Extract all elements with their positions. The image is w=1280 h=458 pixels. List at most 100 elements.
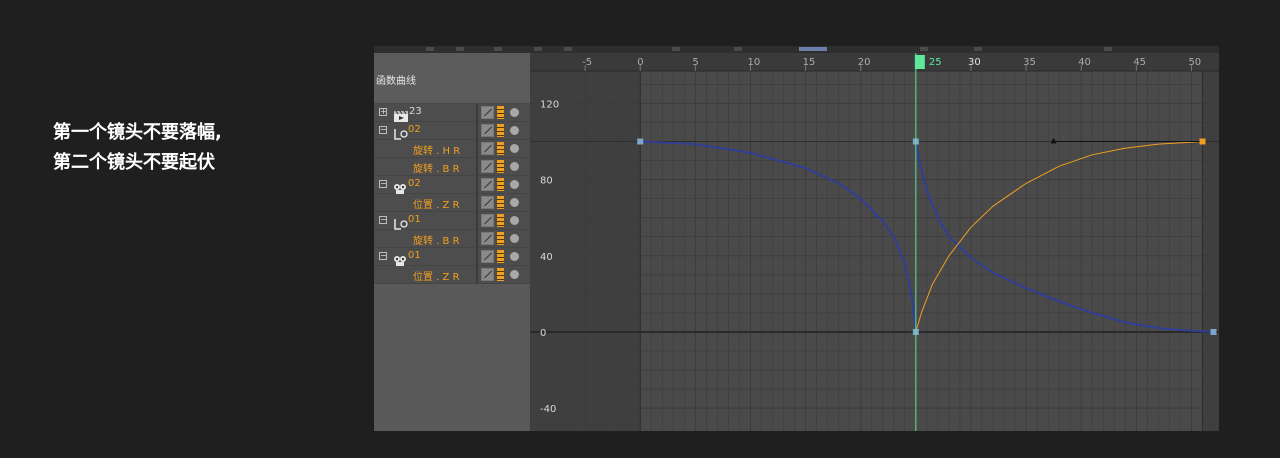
solo-toggle-icon[interactable] <box>510 162 519 171</box>
track-object-row[interactable]: − 02 <box>374 176 530 194</box>
track-object-row[interactable]: − 02 <box>374 122 530 140</box>
solo-toggle-icon[interactable] <box>510 108 519 117</box>
value-tick-label: 120 <box>540 99 559 110</box>
curve-mode-icon[interactable] <box>481 160 494 173</box>
curve-mode-icon[interactable] <box>481 106 494 119</box>
track-list-panel: 函数曲线 +23 − 02 旋转 . H R 旋转 . B R − 02 位置 . Z R − 0… <box>374 53 530 431</box>
keyframe-point[interactable] <box>1210 328 1217 335</box>
keyframe-layer-icon[interactable] <box>497 196 504 209</box>
keyframe-point[interactable] <box>637 138 644 145</box>
curve-mode-icon[interactable] <box>481 124 494 137</box>
column-divider <box>476 194 478 211</box>
ruler-tick-label: 5 <box>692 57 698 68</box>
curve-mode-icon[interactable] <box>481 214 494 227</box>
playhead-handle[interactable] <box>914 55 925 69</box>
ruler-tick-label: 35 <box>1023 57 1036 68</box>
keyframe-layer-icon[interactable] <box>497 178 504 191</box>
camera-icon <box>393 179 409 194</box>
track-label: 23 <box>409 106 422 117</box>
ruler-tick-label: 20 <box>858 57 871 68</box>
panel-title: 函数曲线 <box>376 76 416 87</box>
expand-icon[interactable]: + <box>379 108 387 116</box>
curve-mode-icon[interactable] <box>481 196 494 209</box>
null-object-icon <box>393 125 409 140</box>
track-label: 02 <box>408 124 421 135</box>
panel-title-area: 函数曲线 <box>374 53 530 104</box>
toolbar-tick <box>920 47 928 51</box>
function-curve-window: 函数曲线 +23 − 02 旋转 . H R 旋转 . B R − 02 位置 . Z R − 0… <box>374 46 1219 431</box>
track-parameter-row[interactable]: 旋转 . B R <box>374 158 530 176</box>
toolbar-selected-tab[interactable] <box>799 47 827 51</box>
clapper-icon <box>393 107 409 122</box>
column-divider <box>476 140 478 157</box>
keyframe-layer-icon[interactable] <box>497 160 504 173</box>
keyframe-layer-icon[interactable] <box>497 250 504 263</box>
null-object-icon <box>393 215 409 230</box>
track-object-row[interactable]: − 01 <box>374 248 530 266</box>
track-object-row[interactable]: +23 <box>374 104 530 122</box>
collapse-icon[interactable]: − <box>379 252 387 260</box>
ruler-tick-label: 50 <box>1188 57 1201 68</box>
track-parameter-row[interactable]: 旋转 . B R <box>374 230 530 248</box>
solo-toggle-icon[interactable] <box>510 180 519 189</box>
column-divider <box>476 212 478 229</box>
annotation-line-1: 第一个镜头不要落幅, <box>53 122 222 143</box>
track-label: 02 <box>408 178 421 189</box>
column-divider <box>476 266 478 283</box>
solo-toggle-icon[interactable] <box>510 144 519 153</box>
solo-toggle-icon[interactable] <box>510 270 519 279</box>
ruler-tick-label: 10 <box>747 57 760 68</box>
keyframe-point[interactable] <box>1199 138 1206 145</box>
toolbar-tick <box>564 47 572 51</box>
toolbar-tick <box>672 47 680 51</box>
curve-mode-icon[interactable] <box>481 232 494 245</box>
keyframe-layer-icon[interactable] <box>497 214 504 227</box>
solo-toggle-icon[interactable] <box>510 216 519 225</box>
annotation-note: 第一个镜头不要落幅, 第二个镜头不要起伏 <box>53 118 222 178</box>
column-divider <box>476 158 478 175</box>
track-parameter-row[interactable]: 旋转 . H R <box>374 140 530 158</box>
function-curve-graph[interactable]: -5 0 5 10 15 20 30 35 40 45 50 120 80 40 0 -40 25 <box>530 53 1219 431</box>
keyframe-layer-icon[interactable] <box>497 268 504 281</box>
keyframe-layer-icon[interactable] <box>497 124 504 137</box>
toolbar-tick <box>974 47 982 51</box>
collapse-icon[interactable]: − <box>379 216 387 224</box>
solo-toggle-icon[interactable] <box>510 252 519 261</box>
toolbar-tick <box>734 47 742 51</box>
camera-icon <box>393 251 409 266</box>
track-parameter-row[interactable]: 位置 . Z R <box>374 194 530 212</box>
annotation-line-2: 第二个镜头不要起伏 <box>53 152 215 173</box>
value-tick-label: 80 <box>540 176 553 187</box>
column-divider <box>476 248 478 265</box>
column-divider <box>476 122 478 139</box>
ruler-tick-label: 0 <box>637 57 643 68</box>
parameter-label: 旋转 . B R <box>413 164 460 175</box>
curve-mode-icon[interactable] <box>481 178 494 191</box>
column-divider <box>476 230 478 247</box>
track-object-row[interactable]: − 01 <box>374 212 530 230</box>
curve-mode-icon[interactable] <box>481 142 494 155</box>
value-tick-label: 0 <box>540 328 546 339</box>
active-range-area <box>640 71 1203 431</box>
keyframe-layer-icon[interactable] <box>497 106 504 119</box>
solo-toggle-icon[interactable] <box>510 126 519 135</box>
keyframe-layer-icon[interactable] <box>497 142 504 155</box>
frame-ruler[interactable] <box>530 53 1219 71</box>
track-parameter-row[interactable]: 位置 . Z R <box>374 266 530 284</box>
parameter-label: 位置 . Z R <box>413 200 460 211</box>
solo-toggle-icon[interactable] <box>510 198 519 207</box>
curve-mode-icon[interactable] <box>481 250 494 263</box>
keyframe-layer-icon[interactable] <box>497 232 504 245</box>
ruler-tick-label: 15 <box>803 57 816 68</box>
collapse-icon[interactable]: − <box>379 126 387 134</box>
curve-mode-icon[interactable] <box>481 268 494 281</box>
parameter-label: 位置 . Z R <box>413 272 460 283</box>
value-tick-label: -40 <box>540 404 556 415</box>
toolbar-tick <box>1104 47 1112 51</box>
track-label: 01 <box>408 250 421 261</box>
toolbar-tick <box>456 47 464 51</box>
collapse-icon[interactable]: − <box>379 180 387 188</box>
column-divider <box>476 176 478 193</box>
current-frame-label: 25 <box>929 57 942 68</box>
solo-toggle-icon[interactable] <box>510 234 519 243</box>
